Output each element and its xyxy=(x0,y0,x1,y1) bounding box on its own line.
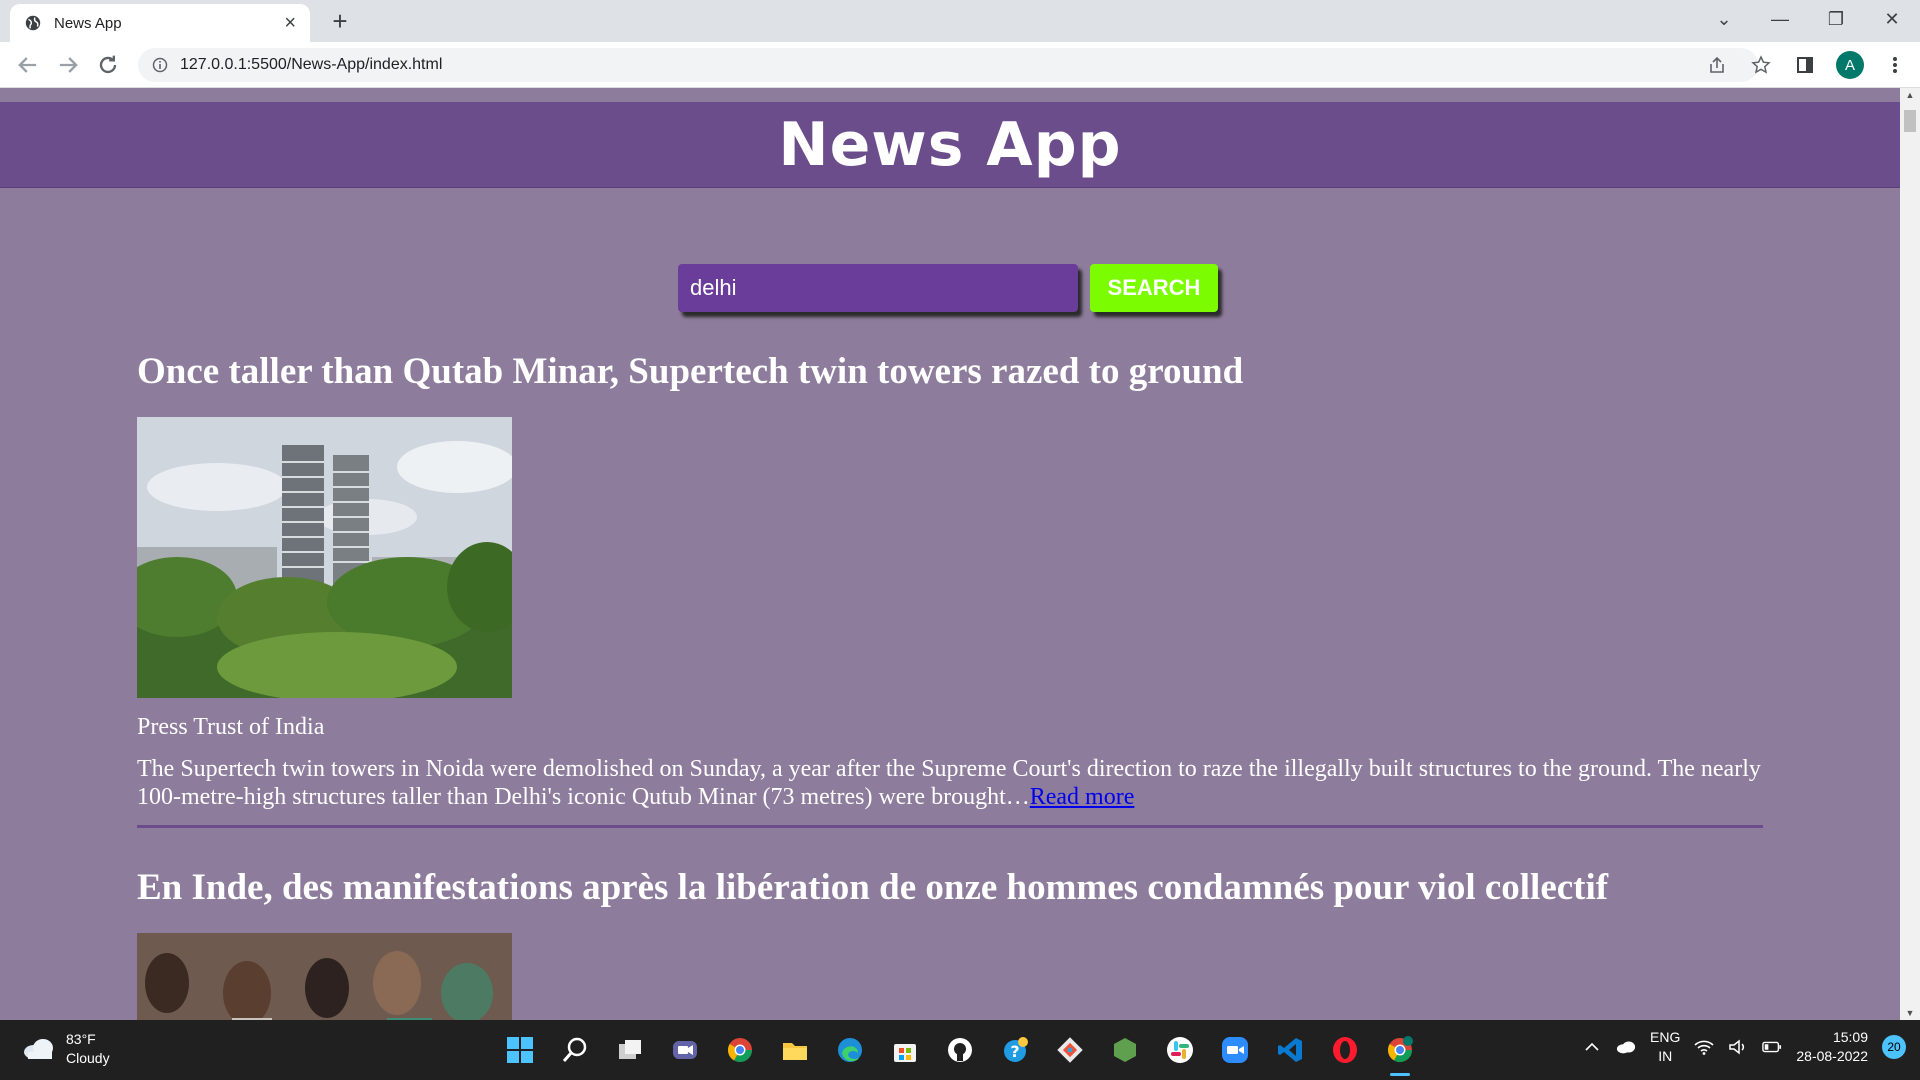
scroll-down-arrow-icon[interactable]: ▼ xyxy=(1904,1008,1916,1018)
language-code: ENG xyxy=(1650,1029,1681,1045)
url-text: 127.0.0.1:5500/News-App/index.html xyxy=(180,56,443,73)
close-window-button[interactable]: ✕ xyxy=(1864,9,1920,30)
article-image-protest xyxy=(137,933,512,1020)
weather-widget[interactable]: 83°F Cloudy xyxy=(22,1030,110,1068)
share-icon[interactable] xyxy=(1704,50,1730,80)
restore-button[interactable]: ❐ xyxy=(1808,9,1864,30)
nodejs-icon[interactable] xyxy=(1105,1030,1145,1070)
language-indicator[interactable]: ENG IN xyxy=(1650,1028,1680,1066)
back-arrow-icon[interactable] xyxy=(14,51,42,79)
bookmark-star-icon[interactable] xyxy=(1748,50,1774,80)
github-icon[interactable] xyxy=(940,1030,980,1070)
zoom-icon[interactable] xyxy=(1215,1030,1255,1070)
language-region: IN xyxy=(1658,1048,1673,1064)
page-viewport: News App SEARCH Once taller than Qutab M… xyxy=(0,88,1900,1020)
volume-icon[interactable] xyxy=(1728,1037,1748,1057)
opera-icon[interactable] xyxy=(1325,1030,1365,1070)
search-icon[interactable] xyxy=(555,1030,595,1070)
profile-avatar[interactable]: A xyxy=(1836,51,1864,79)
cloud-icon xyxy=(24,1039,53,1059)
chrome-profile-icon[interactable] xyxy=(1380,1030,1420,1076)
minimize-button[interactable]: — xyxy=(1752,9,1808,30)
article-title: Once taller than Qutab Minar, Supertech … xyxy=(137,351,1244,392)
search-form: SEARCH xyxy=(678,264,1218,312)
teams-chat-icon[interactable] xyxy=(665,1030,705,1070)
side-panel-icon[interactable] xyxy=(1792,50,1818,80)
address-bar[interactable]: 127.0.0.1:5500/News-App/index.html xyxy=(138,48,1758,82)
weather-description: Cloudy xyxy=(66,1050,110,1066)
onedrive-cloud-icon[interactable] xyxy=(1616,1037,1636,1057)
scroll-up-arrow-icon[interactable]: ▲ xyxy=(1904,90,1916,100)
search-button[interactable]: SEARCH xyxy=(1090,264,1218,312)
article-source: Press Trust of India xyxy=(137,714,325,740)
task-view-icon[interactable] xyxy=(610,1030,650,1070)
weather-temperature: 83°F xyxy=(66,1031,96,1047)
tab-search-chevron-icon[interactable]: ⌄ xyxy=(1696,9,1752,30)
article-card: Once taller than Qutab Minar, Supertech … xyxy=(137,350,1763,828)
windows-taskbar: 83°F Cloudy ? ENG IN 15:09 28-08-2022 20 xyxy=(0,1020,1920,1080)
clock-date: 28-08-2022 xyxy=(1796,1048,1868,1064)
article-divider xyxy=(137,825,1763,828)
reload-icon[interactable] xyxy=(94,51,122,79)
article-description: The Supertech twin towers in Noida were … xyxy=(137,755,1763,811)
search-input[interactable] xyxy=(678,264,1078,312)
clock-time: 15:09 xyxy=(1832,1029,1868,1045)
browser-tab-news-app[interactable]: News App × xyxy=(10,4,310,42)
article-image-twin-towers xyxy=(137,417,512,698)
git-icon[interactable] xyxy=(1050,1030,1090,1070)
vscode-icon[interactable] xyxy=(1270,1030,1310,1070)
show-hidden-icons-chevron-icon[interactable] xyxy=(1582,1037,1602,1057)
help-icon[interactable]: ? xyxy=(995,1030,1035,1070)
menu-kebab-icon[interactable] xyxy=(1882,50,1908,80)
article-card: En Inde, des manifestations après la lib… xyxy=(137,866,1763,1020)
wifi-icon[interactable] xyxy=(1694,1037,1714,1057)
read-more-link[interactable]: Read more xyxy=(1030,784,1135,810)
site-info-icon[interactable] xyxy=(152,57,168,73)
slack-icon[interactable] xyxy=(1160,1030,1200,1070)
globe-icon xyxy=(25,15,41,31)
notification-badge[interactable]: 20 xyxy=(1882,1035,1906,1059)
battery-icon[interactable] xyxy=(1762,1037,1782,1057)
svg-text:?: ? xyxy=(1010,1042,1019,1061)
close-tab-icon[interactable]: × xyxy=(284,13,296,33)
chrome-icon[interactable] xyxy=(720,1030,760,1070)
forward-arrow-icon[interactable] xyxy=(54,51,82,79)
article-title: En Inde, des manifestations après la lib… xyxy=(137,867,1609,908)
page-scrollbar[interactable]: ▲ ▼ xyxy=(1900,88,1920,1020)
browser-tab-bar: News App × + ⌄ — ❐ ✕ xyxy=(0,0,1920,42)
site-title: News App xyxy=(778,109,1122,180)
article-description-text: The Supertech twin towers in Noida were … xyxy=(137,756,1761,810)
site-header: News App xyxy=(0,102,1900,188)
edge-icon[interactable] xyxy=(830,1030,870,1070)
file-explorer-icon[interactable] xyxy=(775,1030,815,1070)
scrollbar-thumb[interactable] xyxy=(1904,110,1916,132)
microsoft-store-icon[interactable] xyxy=(885,1030,925,1070)
start-button[interactable] xyxy=(500,1030,540,1070)
new-tab-button[interactable]: + xyxy=(326,7,354,35)
system-clock[interactable]: 15:09 28-08-2022 xyxy=(1796,1028,1868,1066)
tab-title: News App xyxy=(54,14,122,32)
browser-toolbar: 127.0.0.1:5500/News-App/index.html A xyxy=(0,42,1920,88)
